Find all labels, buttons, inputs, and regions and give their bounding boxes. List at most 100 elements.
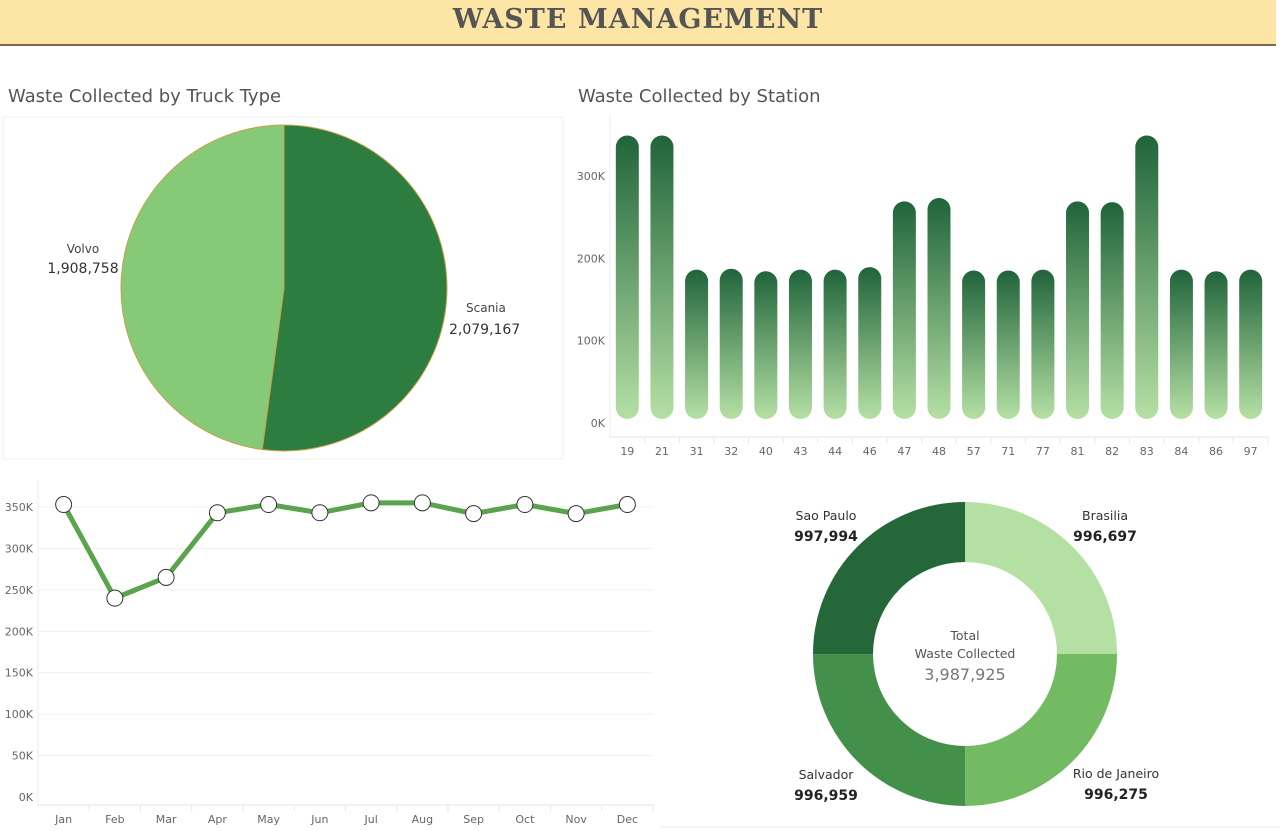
bar-x-tick-label: 83 (1140, 445, 1154, 458)
line-x-tick-label: Jan (54, 813, 72, 826)
donut-label-brasilia-name: Brasilia (1082, 508, 1128, 523)
line-point-oct (516, 496, 534, 514)
bar-station-19 (615, 135, 639, 419)
bar-station-40 (754, 271, 778, 419)
bar-x-tick-label: 48 (932, 445, 946, 458)
line-point-apr (208, 504, 226, 522)
pie-slice-scania (261, 124, 448, 452)
pie-label-volvo-value: 1,908,758 (47, 261, 118, 277)
pie-label-scania-name: Scania (466, 301, 506, 315)
bar-x-tick-label: 82 (1105, 445, 1119, 458)
bar-x-tick-label: 19 (620, 445, 634, 458)
bar-x-tick-label: 44 (828, 445, 842, 458)
bar-station-32 (719, 268, 743, 419)
truck-type-chart-title: Waste Collected by Truck Type (8, 86, 282, 107)
bar-x-tick-label: 97 (1244, 445, 1258, 458)
pie-label-volvo-name: Volvo (67, 242, 99, 256)
station-chart-title: Waste Collected by Station (578, 86, 821, 107)
donut-label-sao-paulo-name: Sao Paulo (796, 508, 857, 523)
line-point-dec (618, 496, 636, 514)
donut-label-rio-de-janeiro-name: Rio de Janeiro (1073, 766, 1159, 781)
line-point-jan (55, 496, 73, 514)
line-x-tick-label: May (257, 813, 280, 826)
line-y-tick-label: 100K (5, 708, 34, 721)
line-point-mar (157, 568, 175, 586)
bar-x-tick-label: 47 (897, 445, 911, 458)
donut-label-rio-de-janeiro-value: 996,275 (1084, 787, 1148, 803)
line-x-tick-label: Apr (208, 813, 228, 826)
bar-x-tick-label: 57 (967, 445, 981, 458)
bar-x-tick-label: 86 (1209, 445, 1223, 458)
line-y-tick-label: 150K (5, 667, 34, 680)
bar-station-84 (1169, 269, 1193, 419)
line-y-tick-label: 50K (12, 750, 34, 763)
line-y-tick-label: 250K (5, 584, 34, 597)
bar-x-tick-label: 21 (655, 445, 669, 458)
line-x-tick-label: Dec (617, 813, 638, 826)
donut-label-salvador-value: 996,959 (794, 788, 858, 804)
bar-station-97 (1239, 269, 1263, 419)
bar-station-21 (650, 135, 674, 419)
bar-y-tick-label: 0K (591, 417, 606, 430)
bar-x-tick-label: 43 (793, 445, 807, 458)
bar-x-tick-label: 46 (863, 445, 877, 458)
bar-station-46 (858, 267, 882, 419)
bar-station-57 (962, 270, 986, 419)
line-x-tick-label: Jun (310, 813, 328, 826)
line-point-sep (465, 505, 483, 523)
pie-slice-volvo (120, 124, 285, 451)
line-x-tick-label: Sep (463, 813, 484, 826)
bar-station-47 (892, 201, 916, 419)
line-x-tick-label: Jul (363, 813, 377, 826)
donut-center-label-line2: Waste Collected (915, 646, 1016, 661)
station-city-donut-chart: Brasilia 996,697 Rio de Janeiro 996,275 Salv… (660, 502, 1280, 828)
bar-x-tick-label: 32 (724, 445, 738, 458)
donut-center-value: 3,987,925 (924, 665, 1005, 684)
bar-x-tick-label: 31 (690, 445, 704, 458)
bar-station-71 (996, 270, 1020, 419)
bar-station-86 (1204, 271, 1228, 419)
line-point-jul (362, 494, 380, 512)
line-point-may (260, 496, 278, 514)
line-y-tick-label: 350K (5, 501, 34, 514)
bar-y-tick-label: 100K (577, 335, 606, 348)
line-point-feb (106, 589, 124, 607)
line-y-tick-label: 300K (5, 542, 34, 555)
line-point-nov (567, 505, 585, 523)
donut-slice-sao-paulo (813, 502, 965, 655)
bar-x-tick-label: 40 (759, 445, 773, 458)
bar-x-tick-label: 81 (1071, 445, 1085, 458)
donut-slice-brasilia (965, 502, 1117, 654)
line-x-tick-label: Mar (156, 813, 177, 826)
truck-type-pie-chart: Scania 2,079,167 Volvo 1,908,758 (2, 116, 564, 460)
dashboard-header: WASTE MANAGEMENT (0, 0, 1276, 46)
bar-x-tick-label: 84 (1174, 445, 1188, 458)
bar-station-48 (927, 198, 951, 419)
line-x-tick-label: Oct (515, 813, 535, 826)
bar-x-tick-label: 77 (1036, 445, 1050, 458)
bar-station-77 (1031, 269, 1055, 419)
bar-y-tick-label: 200K (577, 252, 606, 265)
bar-station-82 (1100, 202, 1124, 419)
line-y-tick-label: 0K (19, 791, 34, 804)
dashboard-title: WASTE MANAGEMENT (452, 4, 824, 35)
donut-label-salvador-name: Salvador (799, 767, 855, 782)
donut-center-label-line1: Total (949, 628, 979, 643)
line-series-path (61, 500, 628, 601)
bar-station-83 (1135, 135, 1159, 419)
bar-station-81 (1066, 201, 1090, 419)
monthly-line-chart: 0K 50K 100K 150K 200K 250K 300K 350K Jan Feb Mar Ap… (5, 480, 654, 826)
bar-station-43 (788, 269, 812, 419)
line-point-aug (413, 494, 431, 512)
bar-station-31 (685, 269, 709, 419)
donut-label-sao-paulo-value: 997,994 (794, 529, 858, 545)
line-point-jun (311, 504, 329, 522)
pie-label-scania-value: 2,079,167 (449, 322, 520, 338)
bar-y-tick-label: 300K (577, 170, 606, 183)
line-x-tick-label: Aug (412, 813, 433, 826)
line-y-tick-label: 200K (5, 625, 34, 638)
line-x-tick-label: Nov (565, 813, 587, 826)
donut-label-brasilia-value: 996,697 (1073, 529, 1137, 545)
station-bar-chart: 0K 100K 200K 300K 19 21 31 32 40 43 44 46 47 48 57 71 77… (577, 115, 1269, 458)
bar-x-tick-label: 71 (1001, 445, 1015, 458)
